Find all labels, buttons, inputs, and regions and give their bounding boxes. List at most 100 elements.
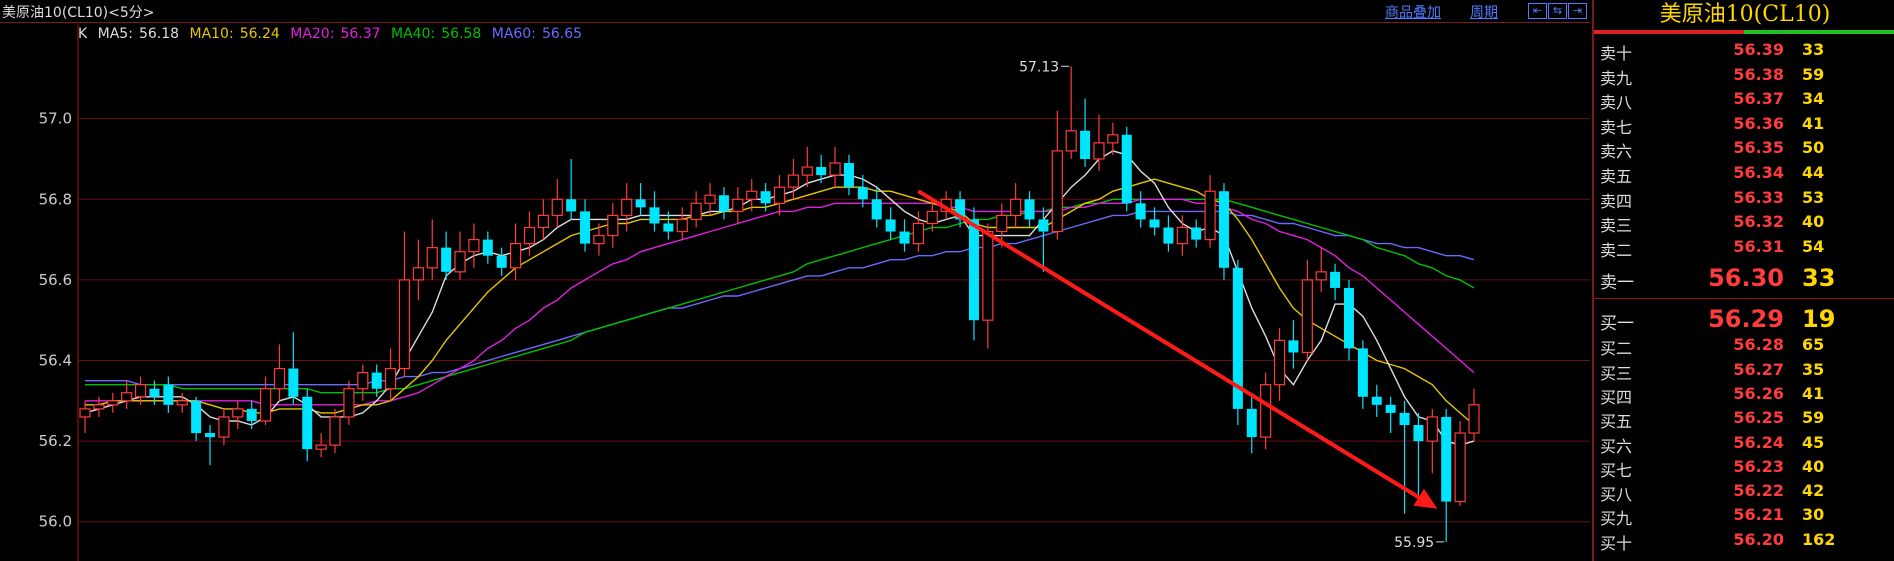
- candle-up: [982, 230, 994, 321]
- bid-row[interactable]: 买三 56.27 35: [1594, 357, 1894, 383]
- ask-price: 56.39: [1733, 40, 1784, 59]
- bid-price: 56.28: [1733, 335, 1784, 355]
- candle-down: [191, 400, 202, 434]
- bid-volume: 45: [1802, 432, 1825, 452]
- candle-down: [1246, 408, 1257, 438]
- ask-label: 卖六: [1600, 142, 1633, 162]
- bid-volume: 42: [1802, 481, 1825, 501]
- candle-down: [1121, 134, 1132, 204]
- ask-row[interactable]: 卖二 56.31 54: [1594, 234, 1894, 260]
- candlestick-chart[interactable]: 57.0 56.8 56.6 56.4 56.2 56.0 57.13 55.95: [0, 22, 1590, 561]
- candle-down: [857, 187, 868, 200]
- candle-down: [1080, 130, 1091, 159]
- candle-up: [1454, 432, 1466, 503]
- candle-up: [134, 384, 147, 398]
- candle-down: [1399, 412, 1410, 425]
- bid-volume: 59: [1802, 408, 1825, 428]
- candle-up: [926, 210, 938, 225]
- candle-up: [315, 444, 327, 450]
- candle-down: [1441, 416, 1452, 502]
- candle-up: [593, 234, 605, 245]
- bid-row[interactable]: 买四 56.26 41: [1594, 381, 1894, 407]
- candle-up: [996, 214, 1008, 233]
- ask-price: 56.35: [1733, 138, 1784, 158]
- y-tick-label: 56.4: [39, 352, 72, 370]
- nav-left-button[interactable]: ⇤: [1528, 3, 1547, 19]
- bid-row[interactable]: 买十 56.20 162: [1594, 527, 1894, 553]
- chart-header: 美原油10(CL10)<5分> 商品叠加 周期 ⇤ ⇆ ⇥: [0, 0, 1590, 23]
- ask-row[interactable]: 卖一 56.30 33: [1594, 264, 1894, 293]
- candle-down: [1371, 396, 1382, 405]
- candle-down: [816, 167, 827, 176]
- bid-row[interactable]: 买九 56.21 30: [1594, 502, 1894, 528]
- period-link[interactable]: 周期: [1470, 2, 1498, 22]
- ask-row[interactable]: 卖六 56.35 50: [1594, 135, 1894, 162]
- candle-down: [371, 372, 382, 389]
- bid-row[interactable]: 买一 56.29 19: [1594, 305, 1894, 334]
- bid-row[interactable]: 买二 56.28 65: [1594, 332, 1894, 358]
- ask-price: 56.30: [1708, 264, 1784, 293]
- legend-ma5-value: 56.18: [138, 26, 180, 42]
- candle-up: [1051, 150, 1063, 233]
- candle-up: [329, 416, 341, 446]
- ask-row[interactable]: 卖四 56.33 53: [1594, 185, 1894, 211]
- ask-label: 卖十: [1600, 44, 1633, 63]
- candle-up: [1273, 339, 1286, 386]
- candle-up: [218, 416, 230, 438]
- candle-down: [580, 211, 591, 244]
- ask-volume: 40: [1802, 212, 1825, 232]
- candle-up: [1204, 190, 1216, 241]
- legend-ma10: MA10: [189, 26, 229, 42]
- ask-row[interactable]: 卖九 56.38 59: [1594, 62, 1894, 88]
- y-tick-label: 56.8: [39, 190, 72, 208]
- candle-up: [357, 371, 369, 390]
- ask-row[interactable]: 卖十 56.39 33: [1594, 37, 1894, 63]
- candle-down: [205, 433, 216, 438]
- ask-price: 56.38: [1733, 64, 1784, 84]
- product-overlay-link[interactable]: 商品叠加: [1385, 2, 1441, 22]
- ask-volume: 44: [1802, 163, 1825, 182]
- ask-label: 卖八: [1600, 93, 1633, 113]
- ask-row[interactable]: 卖三 56.32 40: [1594, 209, 1894, 235]
- ask-label: 卖九: [1600, 68, 1633, 88]
- bid-price: 56.22: [1733, 481, 1784, 501]
- ask-volume: 59: [1802, 64, 1825, 84]
- bid-volume: 35: [1802, 359, 1825, 379]
- legend-ma60-value: 56.65: [541, 26, 583, 42]
- bid-label: 买十: [1600, 533, 1633, 553]
- ask-row[interactable]: 卖七 56.36 41: [1594, 111, 1894, 137]
- legend-k: K: [78, 26, 88, 42]
- candle-down: [441, 247, 452, 272]
- candle-down: [1413, 424, 1424, 442]
- bid-price: 56.20: [1733, 529, 1784, 549]
- bid-row[interactable]: 买八 56.22 42: [1594, 478, 1894, 504]
- candle-up: [537, 214, 549, 229]
- candle-down: [635, 199, 646, 208]
- ask-row[interactable]: 卖五 56.34 44: [1594, 160, 1894, 186]
- bid-row[interactable]: 买六 56.24 45: [1594, 430, 1894, 456]
- trend-arrow-head: [1413, 488, 1438, 509]
- ask-row[interactable]: 卖八 56.37 34: [1594, 86, 1894, 113]
- bid-volume: 65: [1802, 335, 1825, 355]
- legend-ma10-value: 56.24: [239, 26, 280, 42]
- bid-volume: 162: [1802, 529, 1836, 549]
- legend-ma40: MA40: [390, 26, 431, 42]
- nav-swap-button[interactable]: ⇆: [1548, 3, 1567, 19]
- candle-up: [79, 408, 91, 418]
- candle-down: [1385, 404, 1396, 413]
- candle-down: [760, 191, 771, 204]
- candle-up: [746, 190, 758, 200]
- candle-down: [663, 223, 674, 232]
- bid-row[interactable]: 买五 56.25 59: [1594, 405, 1894, 431]
- nav-right-button[interactable]: ⇥: [1568, 3, 1587, 19]
- y-tick-label: 56.2: [39, 432, 72, 450]
- bid-volume: 30: [1802, 505, 1825, 525]
- candle-up: [801, 166, 813, 176]
- candle-down: [1218, 191, 1229, 268]
- ask-price: 56.36: [1733, 113, 1784, 133]
- order-book-panel: 美原油10(CL10) 卖十 56.39 33 卖九 56.38 59 卖八 56.37 34 卖…: [1592, 0, 1894, 561]
- candle-down: [149, 388, 160, 397]
- bid-row[interactable]: 买七 56.23 40: [1594, 454, 1894, 480]
- candle-down: [1135, 203, 1146, 220]
- candle-up: [676, 218, 688, 233]
